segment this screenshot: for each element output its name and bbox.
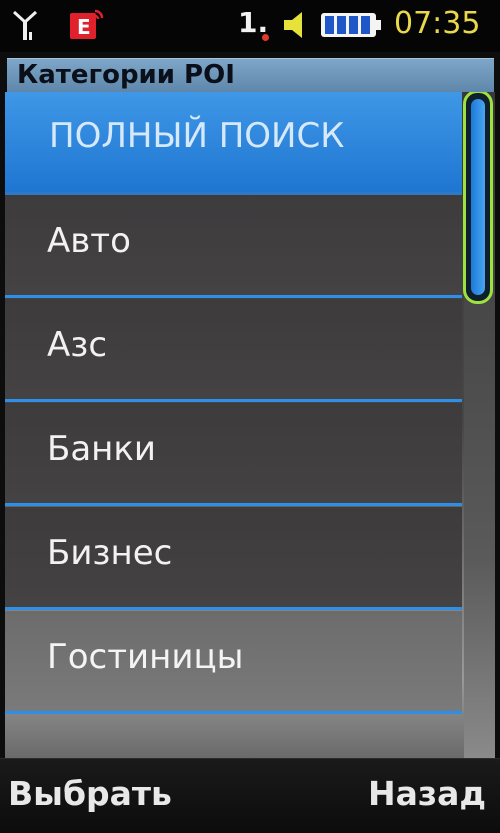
list-item-banks[interactable]: Банки [5,403,462,506]
list-item-full-search[interactable]: ПОЛНЫЙ ПОИСК [5,92,462,195]
line-dot [262,34,269,41]
clock: 07:35 [394,6,481,41]
scrollbar-thumb[interactable] [463,92,493,304]
poi-category-list: ПОЛНЫЙ ПОИСК Авто Азс Банки Бизнес Гости… [5,92,495,758]
list-item-label: Бизнес [47,533,173,573]
volume-icon [280,9,312,41]
scrollbar-thumb-fill [471,99,485,295]
list-item-label: Азс [47,325,108,365]
email-icon: E [68,9,104,41]
battery-icon [320,11,382,39]
signal-icon [10,8,40,42]
back-softkey[interactable]: Назад [368,774,486,813]
list-item-label: Авто [47,221,131,261]
list-item-label: ПОЛНЫЙ ПОИСК [49,116,345,156]
list-item-hotels[interactable]: Гостиницы [5,611,462,714]
phone-screen: E 1. 07:35 Категории POI ПОЛНЫЙ ПОИСК Ав… [0,0,500,833]
list-item-label: Гостиницы [47,637,244,677]
title-bar: Категории POI [7,58,494,93]
svg-text:E: E [77,15,91,39]
list-item-label: Банки [47,429,157,469]
softkey-bar: Выбрать Назад [0,758,500,833]
status-bar: E 1. 07:35 [0,0,500,52]
select-softkey[interactable]: Выбрать [8,774,172,813]
page-title: Категории POI [17,60,235,90]
list-item-auto[interactable]: Авто [5,195,462,298]
list-item-gas-stations[interactable]: Азс [5,299,462,402]
list-item-business[interactable]: Бизнес [5,507,462,610]
